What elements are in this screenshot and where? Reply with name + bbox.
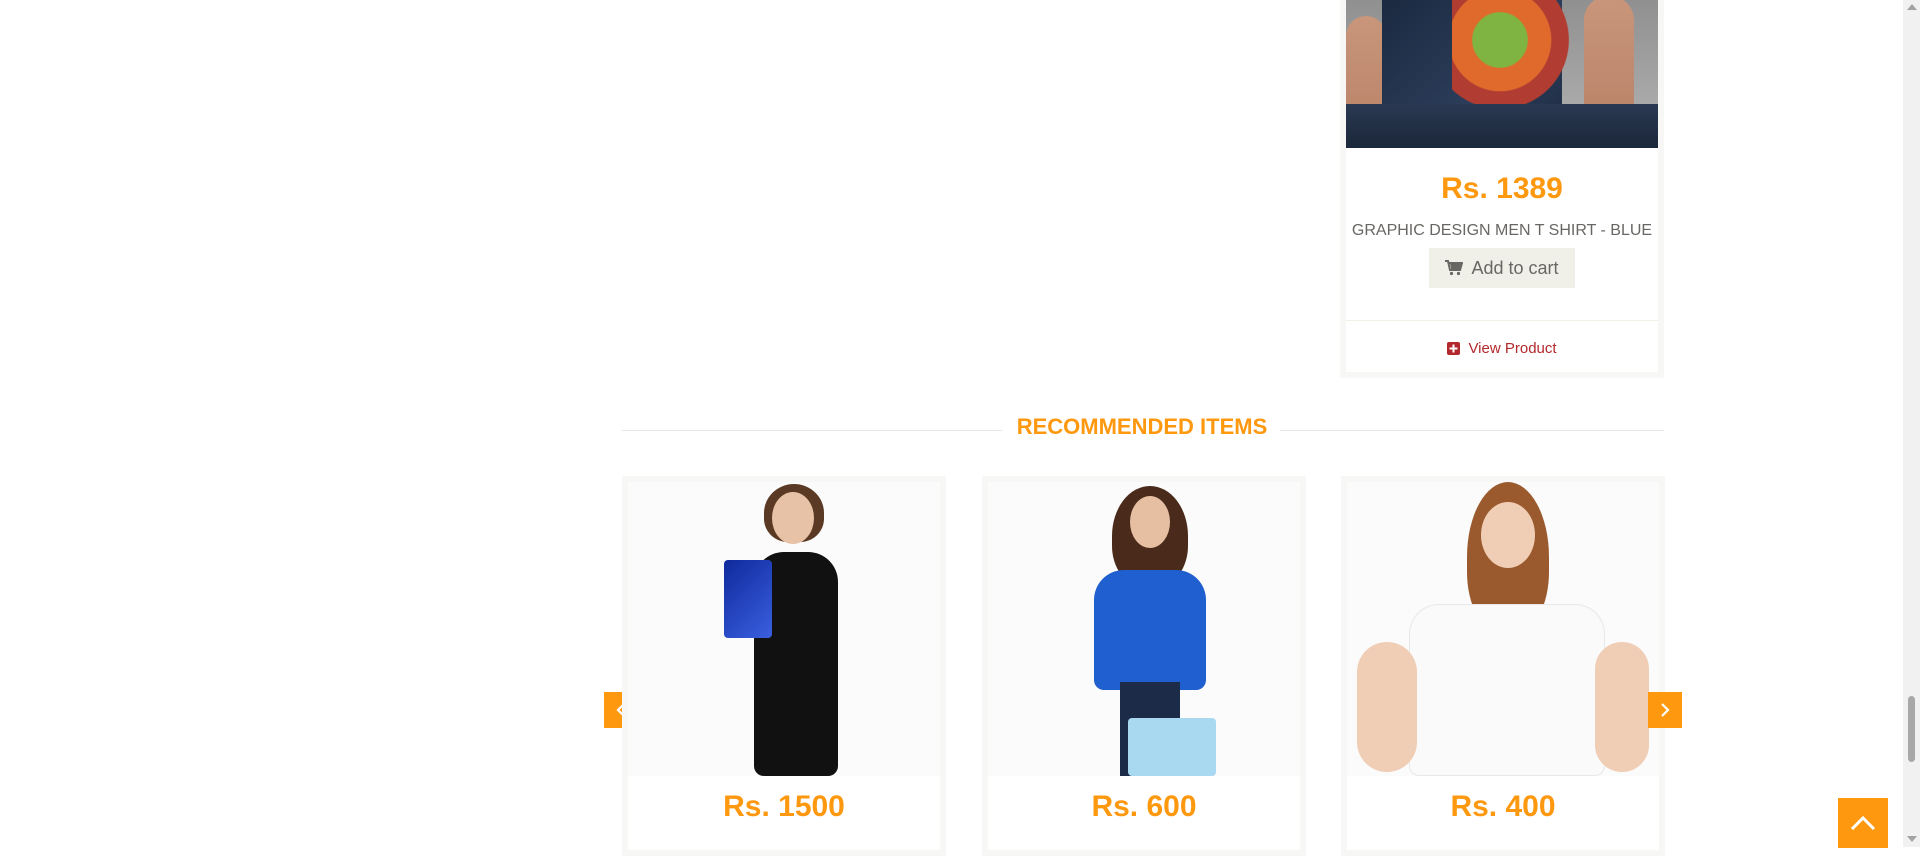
recommended-item-price: Rs. 1500 bbox=[723, 790, 845, 823]
scroll-up-arrow-icon[interactable] bbox=[1907, 4, 1917, 10]
product-photo-print bbox=[1452, 0, 1572, 106]
product-photo-jeans bbox=[1346, 104, 1658, 148]
featured-product-price: Rs. 1389 bbox=[1441, 172, 1563, 205]
scroll-to-top-button[interactable] bbox=[1838, 798, 1888, 848]
shopping-cart-icon bbox=[1445, 260, 1464, 276]
chevron-right-icon bbox=[1661, 703, 1670, 717]
chevron-up-icon bbox=[1850, 815, 1876, 831]
plus-square-icon bbox=[1447, 341, 1461, 355]
recommended-items-title: RECOMMENDED ITEMS bbox=[1016, 414, 1268, 439]
carousel-next-button[interactable] bbox=[1648, 692, 1682, 728]
recommended-item-card: Rs. 400 bbox=[1341, 476, 1665, 856]
add-to-cart-button[interactable]: Add to cart bbox=[1429, 248, 1575, 288]
featured-product-name: GRAPHIC DESIGN MEN T SHIRT - BLUE bbox=[1351, 222, 1653, 239]
product-photo-model bbox=[1074, 482, 1224, 776]
page-scrollbar[interactable] bbox=[1903, 0, 1920, 847]
recommended-item-image[interactable] bbox=[1347, 482, 1659, 776]
product-photo-model bbox=[724, 482, 864, 776]
card-divider bbox=[1346, 320, 1658, 321]
title-divider-left bbox=[622, 430, 1002, 431]
recommended-item-price: Rs. 600 bbox=[1091, 790, 1197, 823]
recommended-item-card: Rs. 1500 bbox=[622, 476, 946, 856]
recommended-item-image[interactable] bbox=[988, 482, 1300, 776]
page: Rs. 1389 GRAPHIC DESIGN MEN T SHIRT - BL… bbox=[0, 0, 1920, 856]
view-product-label: View Product bbox=[1468, 339, 1557, 357]
product-photo-model bbox=[1357, 482, 1649, 776]
view-product-link[interactable]: View Product bbox=[1346, 336, 1658, 360]
recommended-item-price: Rs. 400 bbox=[1450, 790, 1556, 823]
title-divider-right bbox=[1280, 430, 1664, 431]
scrollbar-thumb[interactable] bbox=[1908, 696, 1915, 762]
scroll-down-arrow-icon[interactable] bbox=[1907, 836, 1917, 842]
featured-product-image[interactable] bbox=[1346, 0, 1658, 148]
featured-product-card: Rs. 1389 GRAPHIC DESIGN MEN T SHIRT - BL… bbox=[1340, 0, 1664, 378]
add-to-cart-label: Add to cart bbox=[1471, 257, 1559, 278]
recommended-item-card: Rs. 600 bbox=[982, 476, 1306, 856]
recommended-item-image[interactable] bbox=[628, 482, 940, 776]
